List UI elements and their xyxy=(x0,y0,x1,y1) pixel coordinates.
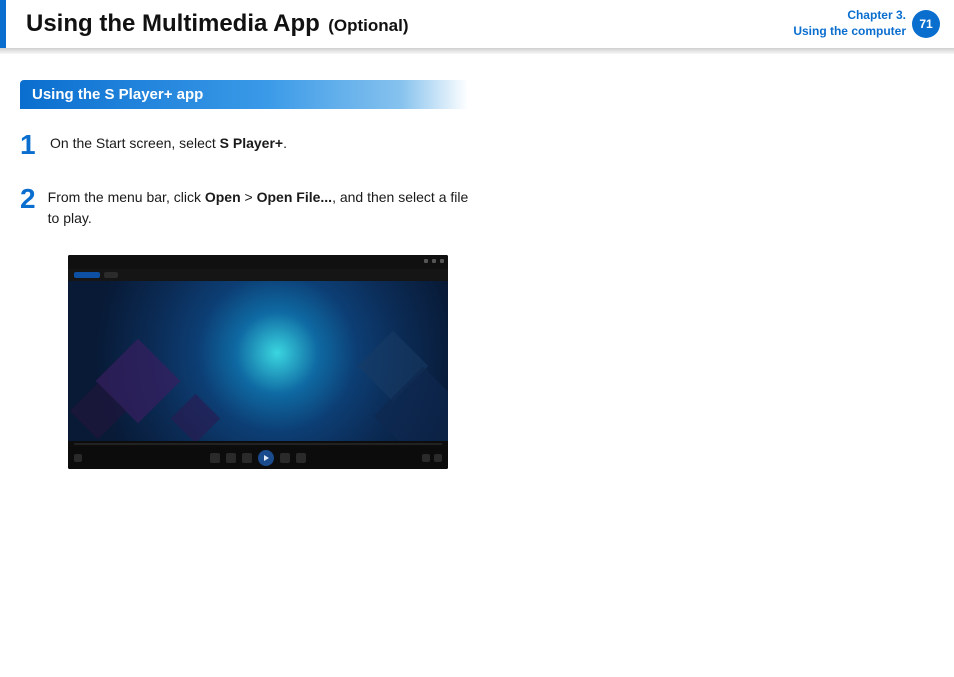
step-2: 2 From the menu bar, click Open > Open F… xyxy=(20,185,480,229)
media-player-screenshot xyxy=(68,255,448,469)
menu-pill xyxy=(74,272,100,278)
step-number: 1 xyxy=(20,131,50,159)
rewind-icon xyxy=(226,453,236,463)
window-control-icon xyxy=(424,259,428,263)
step-text: From the menu bar, click Open > Open Fil… xyxy=(48,185,480,229)
player-menubar xyxy=(68,269,448,281)
header-right: Chapter 3. Using the computer 71 xyxy=(793,8,940,39)
fullscreen-icon xyxy=(434,454,442,462)
chapter-line1: Chapter 3. xyxy=(793,8,906,24)
window-control-icon xyxy=(440,259,444,263)
chapter-label: Chapter 3. Using the computer xyxy=(793,8,906,39)
window-control-icon xyxy=(432,259,436,263)
content-column: Using the S Player+ app 1 On the Start s… xyxy=(0,80,500,469)
graphic-shape xyxy=(171,394,220,441)
step2-pre: From the menu bar, click xyxy=(48,189,205,205)
player-titlebar xyxy=(68,255,448,269)
page-number-badge: 71 xyxy=(912,10,940,38)
step-number: 2 xyxy=(20,185,48,213)
step2-mid: > xyxy=(241,189,257,205)
page-header: Using the Multimedia App (Optional) Chap… xyxy=(0,0,954,48)
controls-left-group xyxy=(74,454,82,462)
step-1: 1 On the Start screen, select S Player+. xyxy=(20,131,480,159)
step2-bold1: Open xyxy=(205,189,241,205)
stop-icon xyxy=(242,453,252,463)
volume-icon xyxy=(422,454,430,462)
page-title-optional: (Optional) xyxy=(328,16,408,35)
page-title: Using the Multimedia App xyxy=(26,10,320,37)
step1-bold: S Player+ xyxy=(220,135,283,151)
player-viewport xyxy=(68,281,448,441)
step-text: On the Start screen, select S Player+. xyxy=(50,131,287,154)
controls-right-group xyxy=(422,454,442,462)
play-icon xyxy=(258,450,274,466)
step2-bold2: Open File... xyxy=(257,189,332,205)
player-controls xyxy=(68,447,448,469)
forward-icon xyxy=(280,453,290,463)
step1-post: . xyxy=(283,135,287,151)
step1-pre: On the Start screen, select xyxy=(50,135,220,151)
next-icon xyxy=(296,453,306,463)
header-divider xyxy=(0,48,954,54)
menu-pill xyxy=(104,272,118,278)
section-heading: Using the S Player+ app xyxy=(20,80,468,109)
prev-icon xyxy=(210,453,220,463)
control-icon xyxy=(74,454,82,462)
chapter-line2: Using the computer xyxy=(793,24,906,40)
